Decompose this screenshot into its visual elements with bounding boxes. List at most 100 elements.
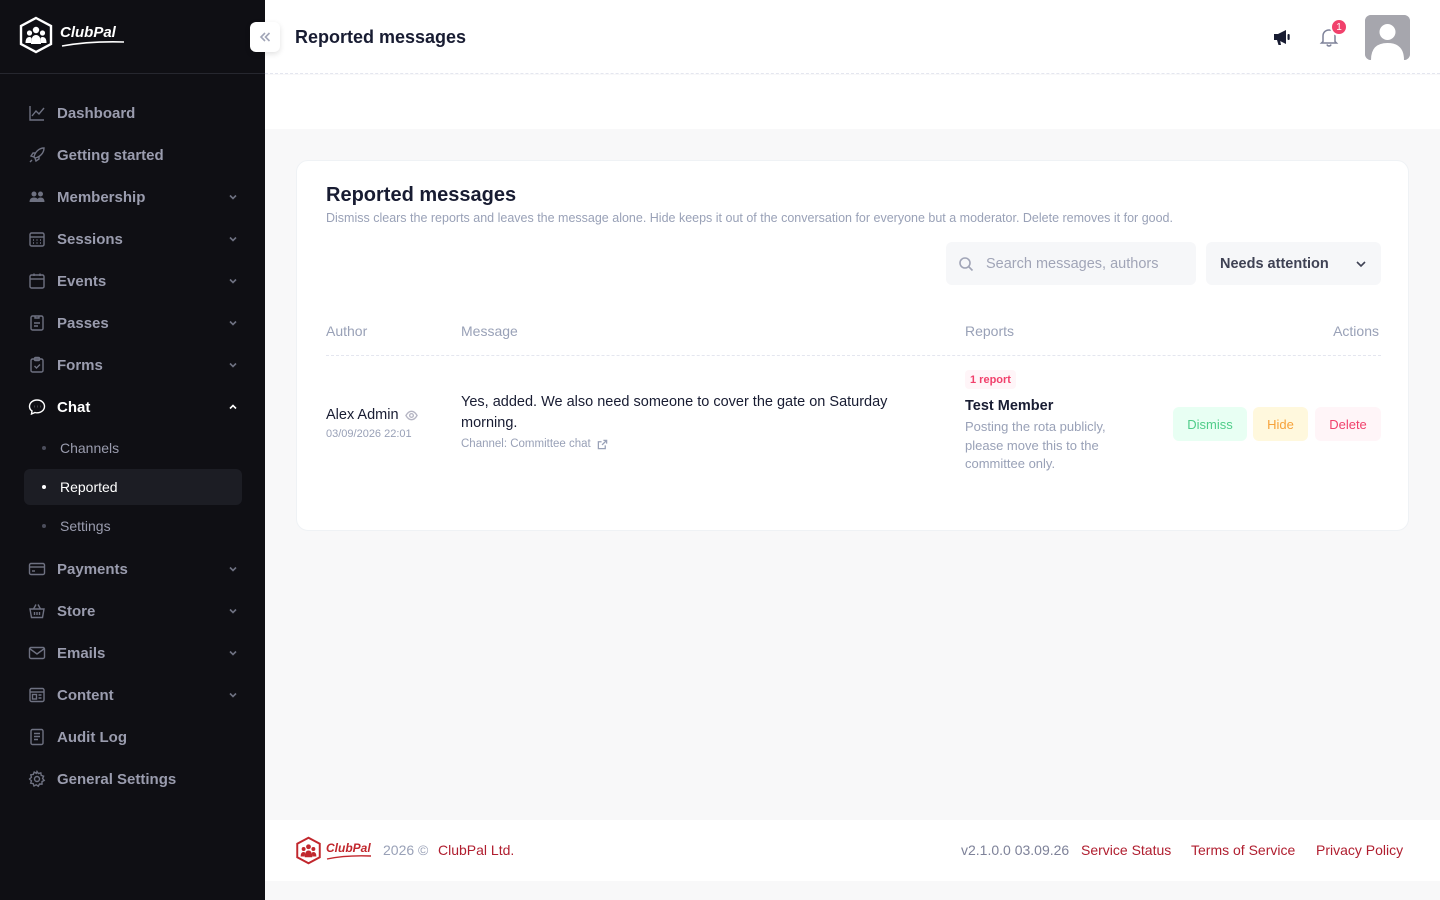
avatar-placeholder-icon bbox=[1365, 15, 1410, 60]
sidebar-item-label: Content bbox=[57, 686, 114, 704]
column-header-reports[interactable]: Reports bbox=[965, 323, 1014, 339]
sidebar-subitem-channels[interactable]: Channels bbox=[24, 430, 242, 466]
sidebar-item-general-settings[interactable]: General Settings bbox=[24, 758, 242, 800]
sidebar-item-getting-started[interactable]: Getting started bbox=[24, 134, 242, 176]
header-divider bbox=[326, 355, 1381, 356]
channel-label: Channel: Committee chat bbox=[461, 438, 591, 450]
sidebar-item-dashboard[interactable]: Dashboard bbox=[24, 92, 242, 134]
footer: ClubPal 2026 © ClubPal Ltd. v2.1.0.0 03.… bbox=[265, 820, 1440, 881]
report-count-badge: 1 report bbox=[965, 370, 1016, 389]
sidebar-item-label: Store bbox=[57, 602, 96, 620]
calendar-icon bbox=[28, 272, 46, 290]
footer-logo-text: ClubPal bbox=[326, 841, 371, 855]
card-icon bbox=[28, 560, 46, 578]
sidebar: ClubPal Dashboard Getting started Member… bbox=[0, 0, 265, 900]
search-icon bbox=[959, 256, 974, 271]
sidebar-item-store[interactable]: Store bbox=[24, 590, 242, 632]
chevron-down-icon bbox=[226, 316, 240, 330]
card-title: Reported messages bbox=[326, 184, 517, 206]
footer-logo[interactable]: ClubPal bbox=[295, 836, 372, 865]
logo-text: ClubPal bbox=[60, 23, 116, 41]
logo-swoosh bbox=[61, 40, 125, 47]
report-reason: Posting the rota publicly, please move t… bbox=[965, 419, 1106, 471]
sidebar-item-label: Passes bbox=[57, 314, 109, 332]
sidebar-collapse-button[interactable] bbox=[250, 22, 280, 52]
sidebar-item-label: Dashboard bbox=[57, 104, 136, 122]
clubpal-logo-icon bbox=[19, 16, 53, 54]
announcements-button[interactable] bbox=[1269, 24, 1295, 50]
pass-icon bbox=[28, 314, 46, 332]
rocket-icon bbox=[28, 146, 46, 164]
people-icon bbox=[28, 188, 46, 206]
sidebar-item-label: Payments bbox=[57, 560, 128, 578]
sidebar-item-payments[interactable]: Payments bbox=[24, 548, 242, 590]
sidebar-subitem-label: Channels bbox=[60, 440, 120, 456]
privacy-policy-link[interactable]: Privacy Policy bbox=[1316, 842, 1403, 858]
megaphone-icon bbox=[1274, 30, 1290, 45]
sidebar-item-chat[interactable]: Chat bbox=[24, 386, 242, 428]
content-icon bbox=[28, 686, 46, 704]
envelope-icon bbox=[28, 644, 46, 662]
chevron-down-icon bbox=[226, 562, 240, 576]
sidebar-subitem-reported[interactable]: Reported bbox=[24, 469, 242, 505]
message-text: Yes, added. We also need someone to cove… bbox=[461, 394, 888, 431]
page-title: Reported messages bbox=[295, 27, 467, 47]
author-name[interactable]: Alex Admin bbox=[326, 407, 399, 423]
sidebar-subitem-label: Settings bbox=[60, 518, 111, 534]
chart-line-icon bbox=[28, 104, 46, 122]
sidebar-item-audit-log[interactable]: Audit Log bbox=[24, 716, 242, 758]
chevron-down-icon bbox=[226, 274, 240, 288]
chevron-down-icon bbox=[226, 646, 240, 660]
chevron-down-icon bbox=[226, 688, 240, 702]
dismiss-button[interactable]: Dismiss bbox=[1173, 407, 1247, 441]
search-input[interactable] bbox=[986, 255, 1176, 272]
eye-icon[interactable] bbox=[404, 409, 418, 422]
service-status-link[interactable]: Service Status bbox=[1081, 842, 1171, 858]
sidebar-item-events[interactable]: Events bbox=[24, 260, 242, 302]
notification-count-badge: 1 bbox=[1330, 18, 1348, 36]
sidebar-item-content[interactable]: Content bbox=[24, 674, 242, 716]
sidebar-subitem-settings[interactable]: Settings bbox=[24, 508, 242, 544]
author-name-cell: Alex Admin bbox=[326, 407, 418, 423]
sidebar-item-label: Forms bbox=[57, 356, 103, 374]
logo-swoosh bbox=[326, 855, 372, 860]
message-channel-link[interactable]: Channel: Committee chat bbox=[461, 438, 608, 450]
reported-messages-card: Reported messages Dismiss clears the rep… bbox=[296, 160, 1409, 531]
terms-of-service-link[interactable]: Terms of Service bbox=[1191, 842, 1295, 858]
delete-button[interactable]: Delete bbox=[1315, 407, 1381, 441]
reporter-name: Test Member bbox=[965, 398, 1054, 414]
column-header-message[interactable]: Message bbox=[461, 323, 518, 339]
sidebar-item-sessions[interactable]: Sessions bbox=[24, 218, 242, 260]
chat-icon bbox=[28, 398, 46, 416]
copyright-year: 2026 © bbox=[383, 842, 429, 858]
column-header-actions: Actions bbox=[1333, 323, 1379, 339]
status-filter-select[interactable]: Needs attention bbox=[1206, 242, 1381, 285]
chevron-down-icon bbox=[1356, 260, 1366, 267]
search-box bbox=[946, 242, 1196, 285]
sidebar-item-label: Getting started bbox=[57, 146, 164, 164]
sidebar-nav: Dashboard Getting started Membership Ses… bbox=[24, 92, 242, 800]
chevron-down-icon bbox=[226, 604, 240, 618]
app-version: v2.1.0.0 03.09.26 bbox=[961, 842, 1070, 858]
chevron-down-icon bbox=[226, 358, 240, 372]
column-header-author[interactable]: Author bbox=[326, 323, 367, 339]
message-timestamp: 03/09/2026 22:01 bbox=[326, 428, 412, 440]
sidebar-item-label: General Settings bbox=[57, 770, 177, 788]
sidebar-item-membership[interactable]: Membership bbox=[24, 176, 242, 218]
sidebar-item-label: Audit Log bbox=[57, 728, 127, 746]
user-avatar[interactable] bbox=[1365, 15, 1410, 60]
double-chevron-left-icon bbox=[259, 32, 271, 42]
chevron-down-icon bbox=[226, 190, 240, 204]
external-link-icon bbox=[597, 439, 608, 449]
bullet-dot bbox=[42, 446, 46, 450]
company-link[interactable]: ClubPal Ltd. bbox=[438, 842, 514, 858]
sidebar-item-emails[interactable]: Emails bbox=[24, 632, 242, 674]
hide-button[interactable]: Hide bbox=[1253, 407, 1308, 441]
sidebar-item-passes[interactable]: Passes bbox=[24, 302, 242, 344]
sidebar-item-forms[interactable]: Forms bbox=[24, 344, 242, 386]
clubpal-logo[interactable]: ClubPal bbox=[18, 16, 126, 54]
sidebar-item-label: Events bbox=[57, 272, 107, 290]
clubpal-logo-icon bbox=[296, 836, 321, 865]
chevron-up-icon bbox=[226, 400, 240, 414]
sidebar-item-label: Chat bbox=[57, 398, 91, 416]
